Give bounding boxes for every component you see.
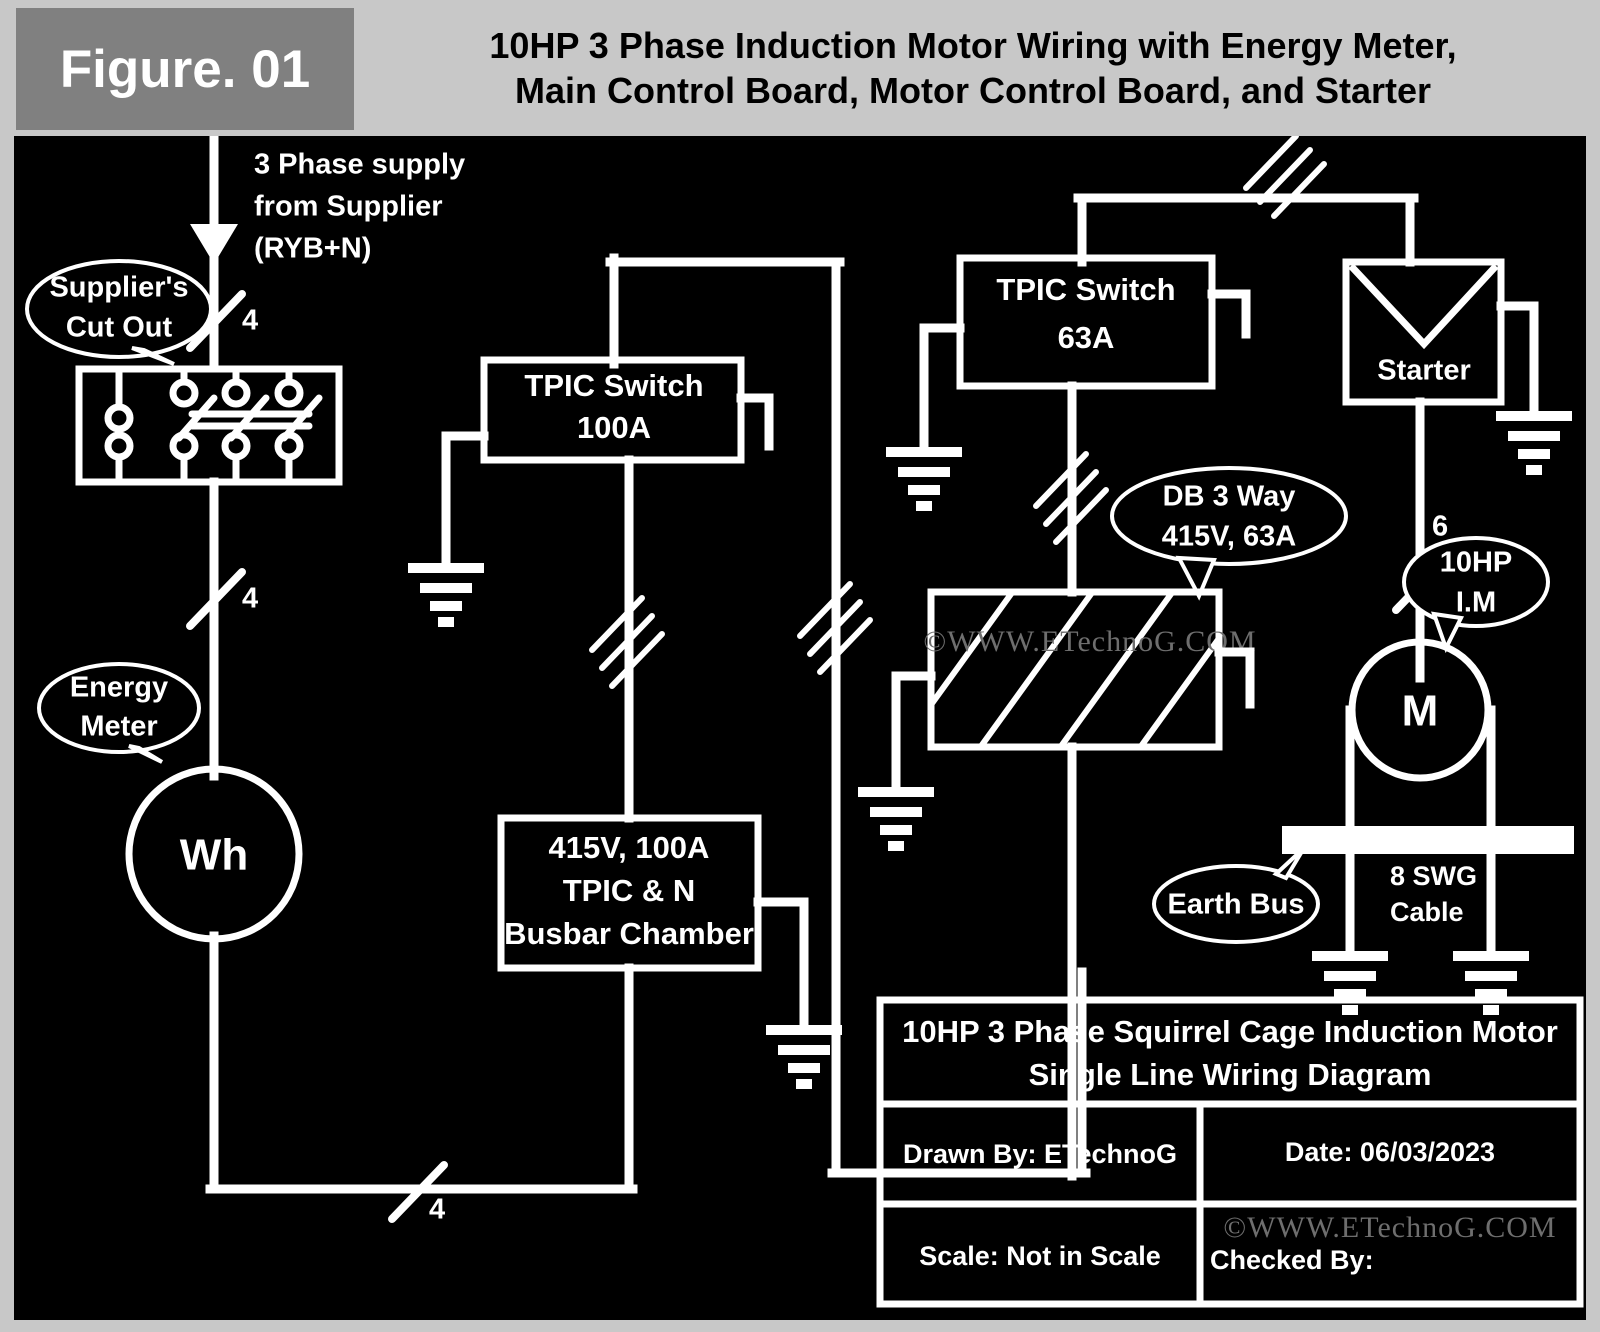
busbar-label-line1: 415V, 100A: [549, 830, 710, 865]
suppliers-cutout-label-line2: Cut Out: [66, 312, 173, 344]
supply-note-line3: (RYB+N): [254, 233, 371, 265]
title-block-checked-by: Checked By:: [1210, 1245, 1374, 1275]
earth-bus-label: Earth Bus: [1168, 889, 1305, 921]
earth-busbar: [753, 897, 842, 1089]
title-block-date: Date: 06/03/2023: [1285, 1137, 1495, 1167]
wire-tpic63-right-stub: [1207, 289, 1251, 339]
cable-mark-cutout-out: 4: [186, 568, 258, 630]
cable-mark-cutout-out-label: 4: [242, 583, 258, 615]
suppliers-cutout-box: [75, 365, 343, 486]
tpic-100a-label-line1: TPIC Switch: [524, 368, 703, 403]
busbar-label-line3: Busbar Chamber: [504, 916, 754, 951]
tpic-switch-100a: TPIC Switch 100A: [480, 356, 745, 464]
page-title-line1: 10HP 3 Phase Induction Motor Wiring with…: [489, 25, 1457, 66]
induction-motor-callout: 10HP I.M: [1402, 536, 1550, 654]
title-block-drawn-by: Drawn By: ETechnoG: [903, 1139, 1177, 1169]
figure-header: Figure. 01 10HP 3 Phase Induction Motor …: [0, 0, 1600, 136]
wire-meter-to-busbar: [205, 931, 638, 1194]
title-block-title-line2: Single Line Wiring Diagram: [1029, 1057, 1432, 1092]
swg-cable-label-line2: Cable: [1390, 897, 1464, 927]
motor-symbol-label: M: [1402, 687, 1439, 736]
suppliers-cutout-label-line1: Supplier's: [49, 272, 188, 304]
earth-bus-bar: [1282, 826, 1574, 854]
db-3way-label-line2: 415V, 63A: [1162, 521, 1296, 553]
watermark-center: ©WWW.ETechnoG.COM: [923, 625, 1256, 658]
energy-meter-label-line1: Energy: [70, 672, 168, 704]
cable-mark-motor-feed-label: 6: [1432, 511, 1448, 543]
tpic-63a-label-line1: TPIC Switch: [996, 272, 1175, 307]
tpic-switch-63a: TPIC Switch 63A: [956, 254, 1216, 390]
db-3way-callout: DB 3 Way 415V, 63A: [1110, 466, 1348, 601]
energy-meter-symbol: Wh: [125, 765, 303, 943]
energy-meter-symbol-label: Wh: [180, 831, 248, 880]
starter-box: Starter: [1342, 258, 1505, 406]
title-block-title-line1: 10HP 3 Phase Squirrel Cage Induction Mot…: [902, 1014, 1558, 1049]
im-label-line2: I.M: [1456, 587, 1496, 619]
wire-tpic100-right-stub: [736, 393, 774, 451]
db-3way-box: ©WWW.ETechnoG.COM: [923, 588, 1256, 751]
earth-electrode-left: [1312, 849, 1388, 1015]
tpic-100a-label-line2: 100A: [577, 410, 651, 445]
earth-tpic63: [886, 323, 965, 511]
page-title-line2: Main Control Board, Motor Control Board,…: [515, 70, 1431, 111]
db-3way-label-line1: DB 3 Way: [1163, 481, 1296, 513]
cable-mark-top-bus: [1243, 136, 1327, 219]
wire-top-bus-63a-starter: [1073, 193, 1419, 267]
tpic-63a-label-line2: 63A: [1058, 320, 1115, 355]
starter-label: Starter: [1377, 355, 1471, 387]
figure-number-badge: Figure. 01: [16, 8, 354, 130]
busbar-label-line2: TPIC & N: [563, 873, 696, 908]
earth-db: [858, 671, 936, 851]
supply-note-line1: 3 Phase supply: [254, 149, 465, 181]
cable-mark-meter-out: 4: [388, 1161, 448, 1226]
cable-mark-tpic100-out: [589, 595, 665, 689]
earth-bus-callout: Earth Bus: [1152, 846, 1320, 944]
diagram-canvas: 3 Phase supply from Supplier (RYB+N) 4 S…: [14, 136, 1586, 1320]
title-block: 10HP 3 Phase Squirrel Cage Induction Mot…: [876, 996, 1584, 1308]
watermark-bottom: ©WWW.ETechnoG.COM: [1223, 1211, 1556, 1244]
im-label-line1: 10HP: [1440, 547, 1513, 579]
busbar-chamber: 415V, 100A TPIC & N Busbar Chamber: [497, 814, 762, 972]
page-title: 10HP 3 Phase Induction Motor Wiring with…: [354, 0, 1600, 136]
supply-note-line2: from Supplier: [254, 191, 443, 223]
cable-mark-riser: [797, 581, 873, 675]
suppliers-cutout-callout: Supplier's Cut Out: [25, 259, 213, 366]
diagram-page: Figure. 01 10HP 3 Phase Induction Motor …: [0, 0, 1600, 1332]
cable-mark-tpic63-out: [1033, 451, 1109, 545]
wire-db-right-stub: [1214, 647, 1255, 709]
earth-tpic100: [408, 431, 489, 627]
energy-meter-callout: Energy Meter: [37, 662, 201, 764]
energy-meter-label-line2: Meter: [80, 711, 157, 743]
earth-starter: [1496, 301, 1572, 475]
title-block-scale: Scale: Not in Scale: [919, 1241, 1161, 1271]
cable-mark-meter-out-label: 4: [429, 1194, 445, 1226]
cable-mark-cutout-in-label: 4: [242, 305, 258, 337]
swg-cable-label-line1: 8 SWG: [1390, 861, 1477, 891]
